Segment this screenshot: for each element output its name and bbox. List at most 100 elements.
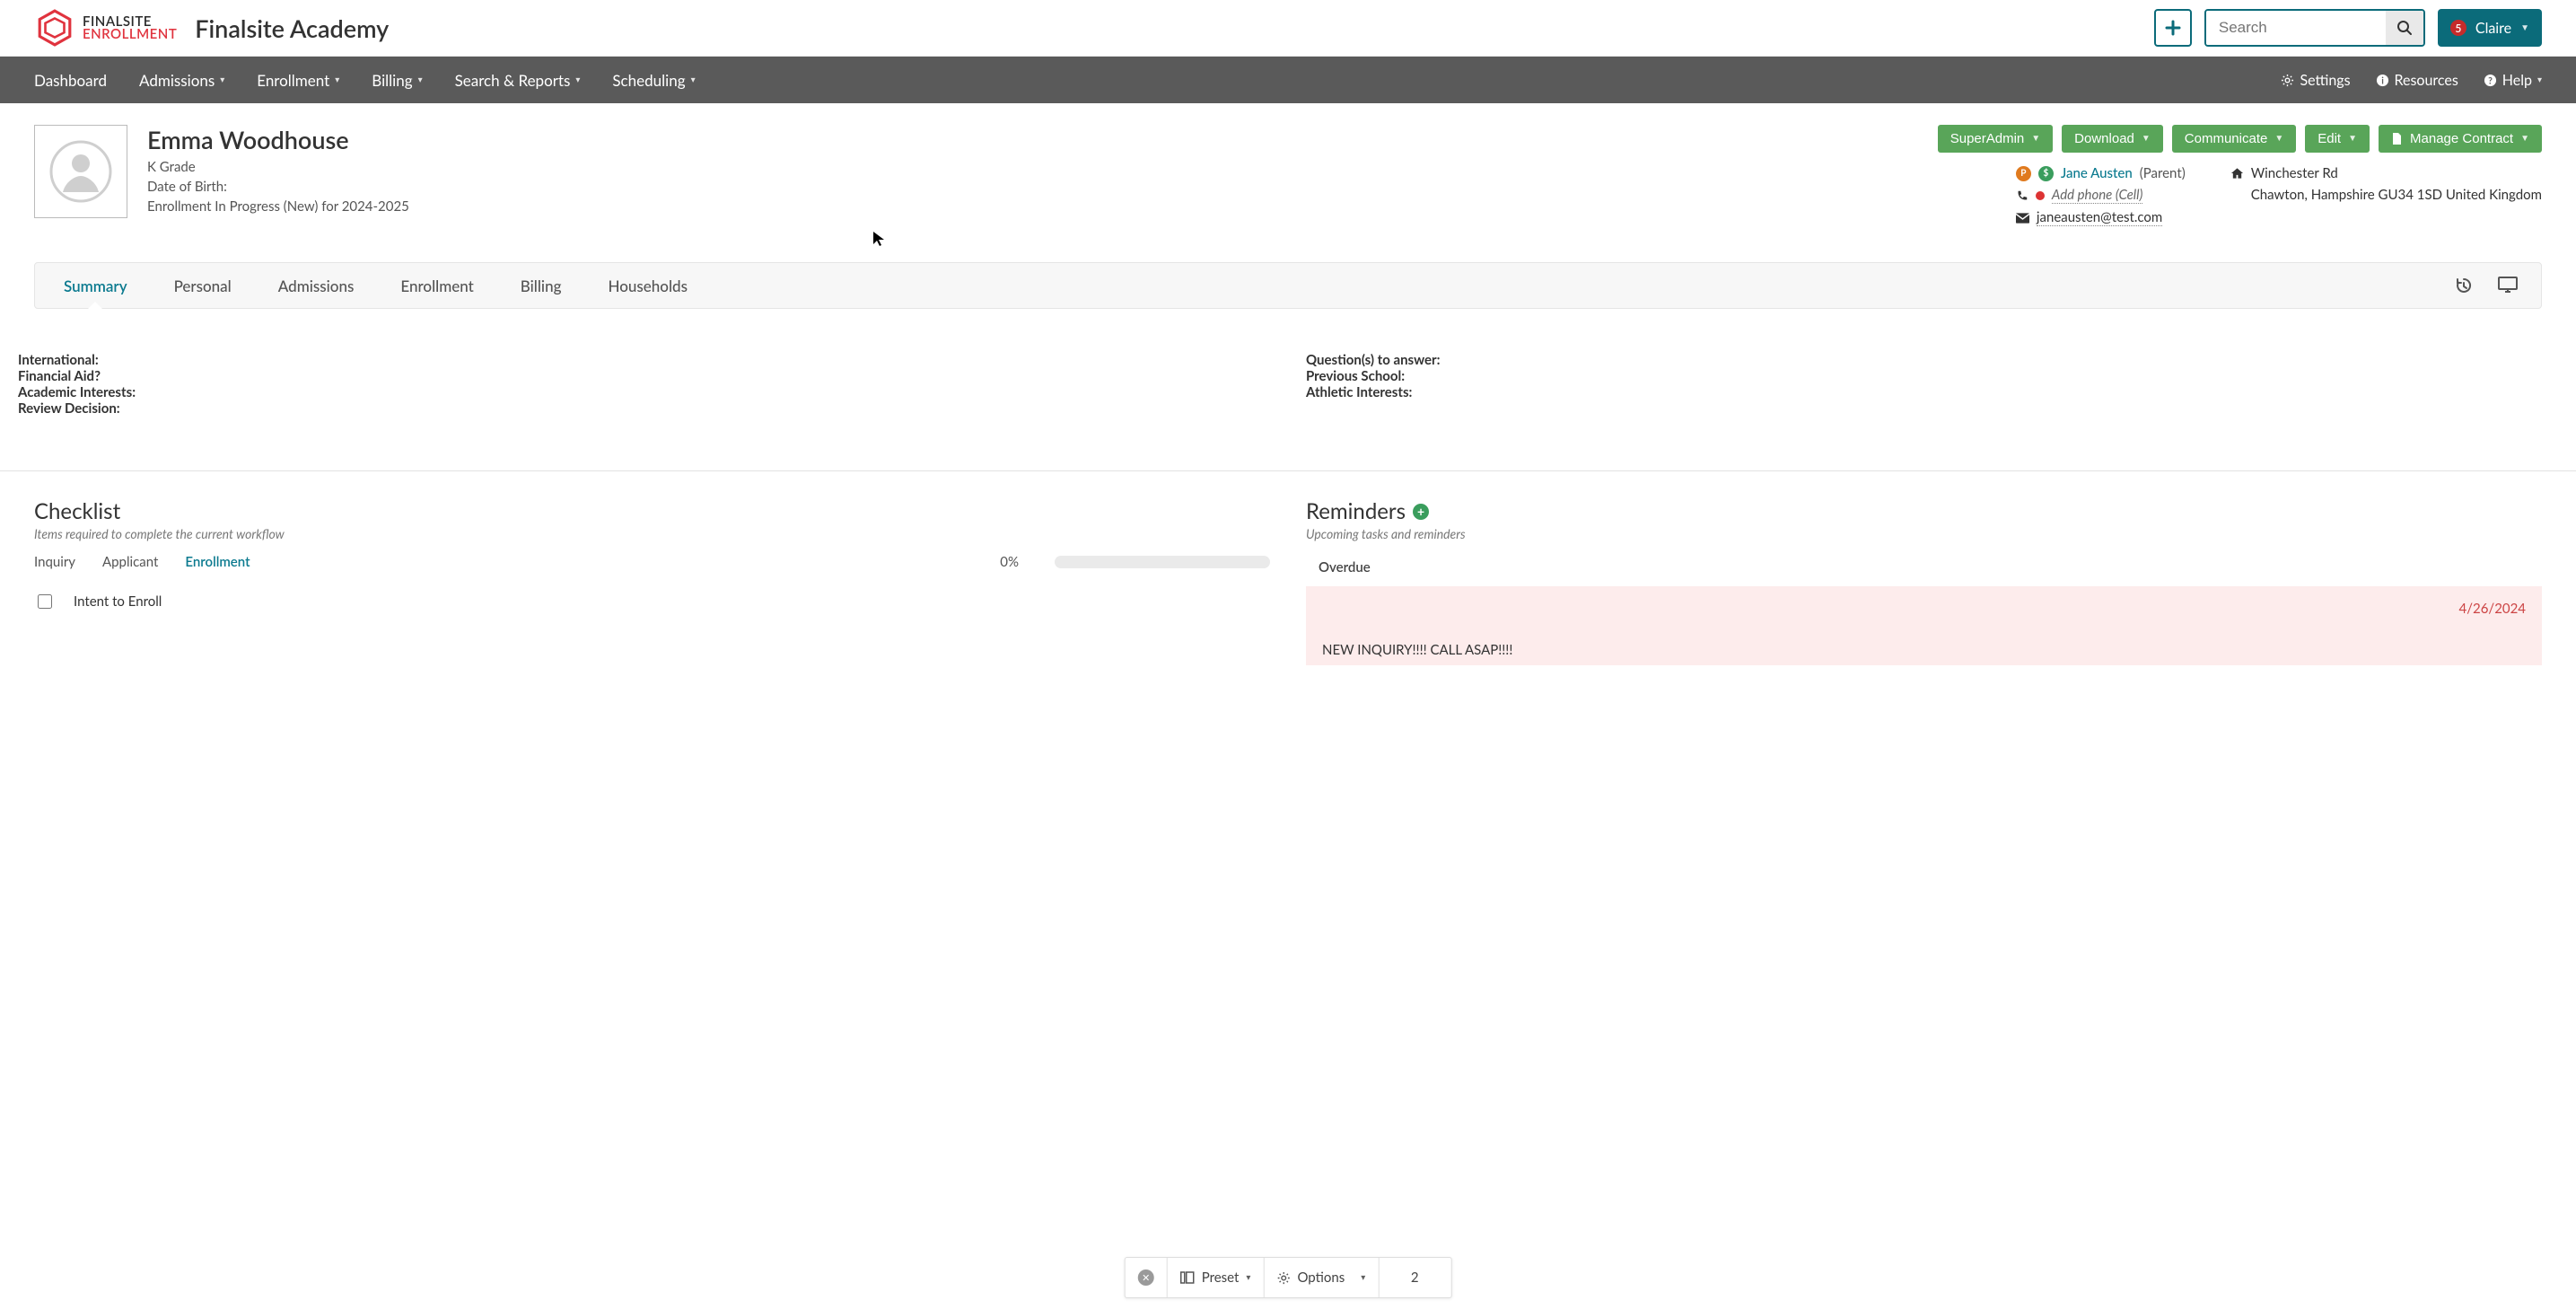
info-academic: Academic Interests: <box>18 384 1270 400</box>
search-icon <box>2396 20 2413 36</box>
progress-percent: 0% <box>1000 554 1019 570</box>
chevron-down-icon: ▾ <box>1361 1272 1365 1283</box>
info-icon: i <box>2376 74 2389 87</box>
addr1: Winchester Rd <box>2251 165 2338 181</box>
nav-dashboard[interactable]: Dashboard <box>34 71 107 90</box>
overdue-card[interactable]: 4/26/2024 <box>1306 586 2542 624</box>
checklist-subtitle: Items required to complete the current w… <box>34 526 1270 541</box>
checklist-tab-inquiry[interactable]: Inquiry <box>34 554 75 570</box>
chevron-down-icon: ▾ <box>418 75 423 85</box>
checklist-tab-enrollment[interactable]: Enrollment <box>185 554 250 570</box>
floating-toolbar: ✕ Preset ▾ Options ▾ 2 <box>1125 1257 1452 1298</box>
chevron-down-icon: ▾ <box>1246 1272 1250 1283</box>
button-label: SuperAdmin <box>1950 131 2025 146</box>
checklist-item: Intent to Enroll <box>34 583 1270 620</box>
toolbar-close[interactable]: ✕ <box>1126 1258 1168 1297</box>
history-icon <box>2455 277 2473 294</box>
svg-text:?: ? <box>2488 75 2493 86</box>
nav-search-reports[interactable]: Search & Reports▾ <box>455 71 581 90</box>
main-nav: Dashboard Admissions▾ Enrollment▾ Billin… <box>0 57 2576 103</box>
user-menu[interactable]: 5 Claire ▼ <box>2438 9 2542 47</box>
tab-admissions[interactable]: Admissions <box>255 263 378 308</box>
checklist-tab-applicant[interactable]: Applicant <box>102 554 158 570</box>
student-info: Emma Woodhouse K Grade Date of Birth: En… <box>147 125 409 226</box>
download-button[interactable]: Download▼ <box>2062 125 2163 153</box>
add-button[interactable] <box>2154 9 2192 47</box>
parent-name-link[interactable]: Jane Austen <box>2061 165 2133 181</box>
tab-enrollment[interactable]: Enrollment <box>377 263 496 308</box>
avatar-placeholder-icon <box>49 140 112 203</box>
user-name: Claire <box>2475 20 2511 37</box>
chevron-down-icon: ▼ <box>2520 134 2529 144</box>
logo-text: FINALSITE ENROLLMENT <box>83 15 177 41</box>
info-questions: Question(s) to answer: <box>1306 352 2558 368</box>
notification-badge: 5 <box>2450 20 2466 36</box>
superadmin-button[interactable]: SuperAdmin ▼ <box>1938 125 2053 153</box>
toolbar-options[interactable]: Options ▾ <box>1264 1258 1379 1297</box>
home-icon <box>2230 167 2244 180</box>
nav-help[interactable]: ? Help ▾ <box>2484 72 2542 89</box>
display-button[interactable] <box>2498 277 2518 294</box>
info-international: International: <box>18 352 1270 368</box>
chevron-down-icon: ▾ <box>335 75 339 85</box>
nav-settings[interactable]: Settings <box>2281 72 2350 89</box>
tab-personal[interactable]: Personal <box>151 263 255 308</box>
reminders-subtitle: Upcoming tasks and reminders <box>1306 526 2542 541</box>
edit-button[interactable]: Edit▼ <box>2305 125 2370 153</box>
nav-scheduling[interactable]: Scheduling▾ <box>612 71 695 90</box>
plus-icon <box>2165 20 2181 36</box>
site-title: Finalsite Academy <box>195 13 389 43</box>
student-avatar[interactable] <box>34 125 127 218</box>
nav-label: Help <box>2502 72 2532 89</box>
chevron-down-icon: ▼ <box>2520 22 2529 33</box>
chevron-down-icon: ▾ <box>691 75 696 85</box>
info-financial-aid: Financial Aid? <box>18 368 1270 384</box>
toolbar-count-value: 2 <box>1411 1269 1419 1286</box>
overdue-body[interactable]: NEW INQUIRY!!!! CALL ASAP!!!! <box>1306 624 2542 665</box>
checklist-item-label: Intent to Enroll <box>74 593 162 610</box>
info-review: Review Decision: <box>18 400 1270 417</box>
email-link[interactable]: janeausten@test.com <box>2037 209 2162 226</box>
nav-label: Dashboard <box>34 71 107 90</box>
chevron-down-icon: ▼ <box>2031 134 2040 144</box>
p-badge-icon: P <box>2016 166 2031 181</box>
phone-icon <box>2016 189 2028 202</box>
search-input[interactable] <box>2206 11 2386 45</box>
svg-text:i: i <box>2381 75 2384 86</box>
s-badge-icon: $ <box>2038 166 2054 181</box>
reminders-title: Reminders + <box>1306 498 2542 524</box>
progress-bar <box>1055 556 1270 568</box>
search-button[interactable] <box>2386 11 2423 45</box>
student-name: Emma Woodhouse <box>147 125 409 154</box>
manage-contract-button[interactable]: Manage Contract▼ <box>2379 125 2542 153</box>
search-box <box>2204 9 2425 47</box>
nav-label: Enrollment <box>257 71 329 90</box>
status-dot-icon <box>2036 191 2045 200</box>
checklist-checkbox[interactable] <box>38 594 52 609</box>
history-button[interactable] <box>2455 277 2473 294</box>
parent-line: P $ Jane Austen (Parent) <box>2016 165 2186 181</box>
nav-billing[interactable]: Billing▾ <box>372 71 422 90</box>
toolbar-count: 2 <box>1379 1258 1450 1297</box>
nav-enrollment[interactable]: Enrollment ▾ <box>257 71 339 90</box>
record-tabs: Summary Personal Admissions Enrollment B… <box>34 262 2542 309</box>
document-icon <box>2391 132 2403 145</box>
monitor-icon <box>2498 277 2518 293</box>
brand-line2: ENROLLMENT <box>83 28 177 40</box>
tab-billing[interactable]: Billing <box>497 263 585 308</box>
info-previous-school: Previous School: <box>1306 368 2558 384</box>
toolbar-label: Options <box>1297 1269 1345 1286</box>
brand-logo[interactable]: FINALSITE ENROLLMENT <box>36 9 177 47</box>
button-label: Edit <box>2318 131 2341 146</box>
nav-admissions[interactable]: Admissions▾ <box>139 71 224 90</box>
student-status: Enrollment In Progress (New) for 2024-20… <box>147 198 409 217</box>
parent-role: (Parent) <box>2140 165 2186 181</box>
nav-resources[interactable]: i Resources <box>2376 72 2458 89</box>
communicate-button[interactable]: Communicate▼ <box>2172 125 2296 153</box>
tab-summary[interactable]: Summary <box>40 263 151 308</box>
toolbar-preset[interactable]: Preset ▾ <box>1168 1258 1265 1297</box>
nav-label: Admissions <box>139 71 215 90</box>
add-reminder-button[interactable]: + <box>1413 504 1429 520</box>
add-phone-link[interactable]: Add phone (Cell) <box>2052 187 2143 204</box>
tab-households[interactable]: Households <box>584 263 711 308</box>
